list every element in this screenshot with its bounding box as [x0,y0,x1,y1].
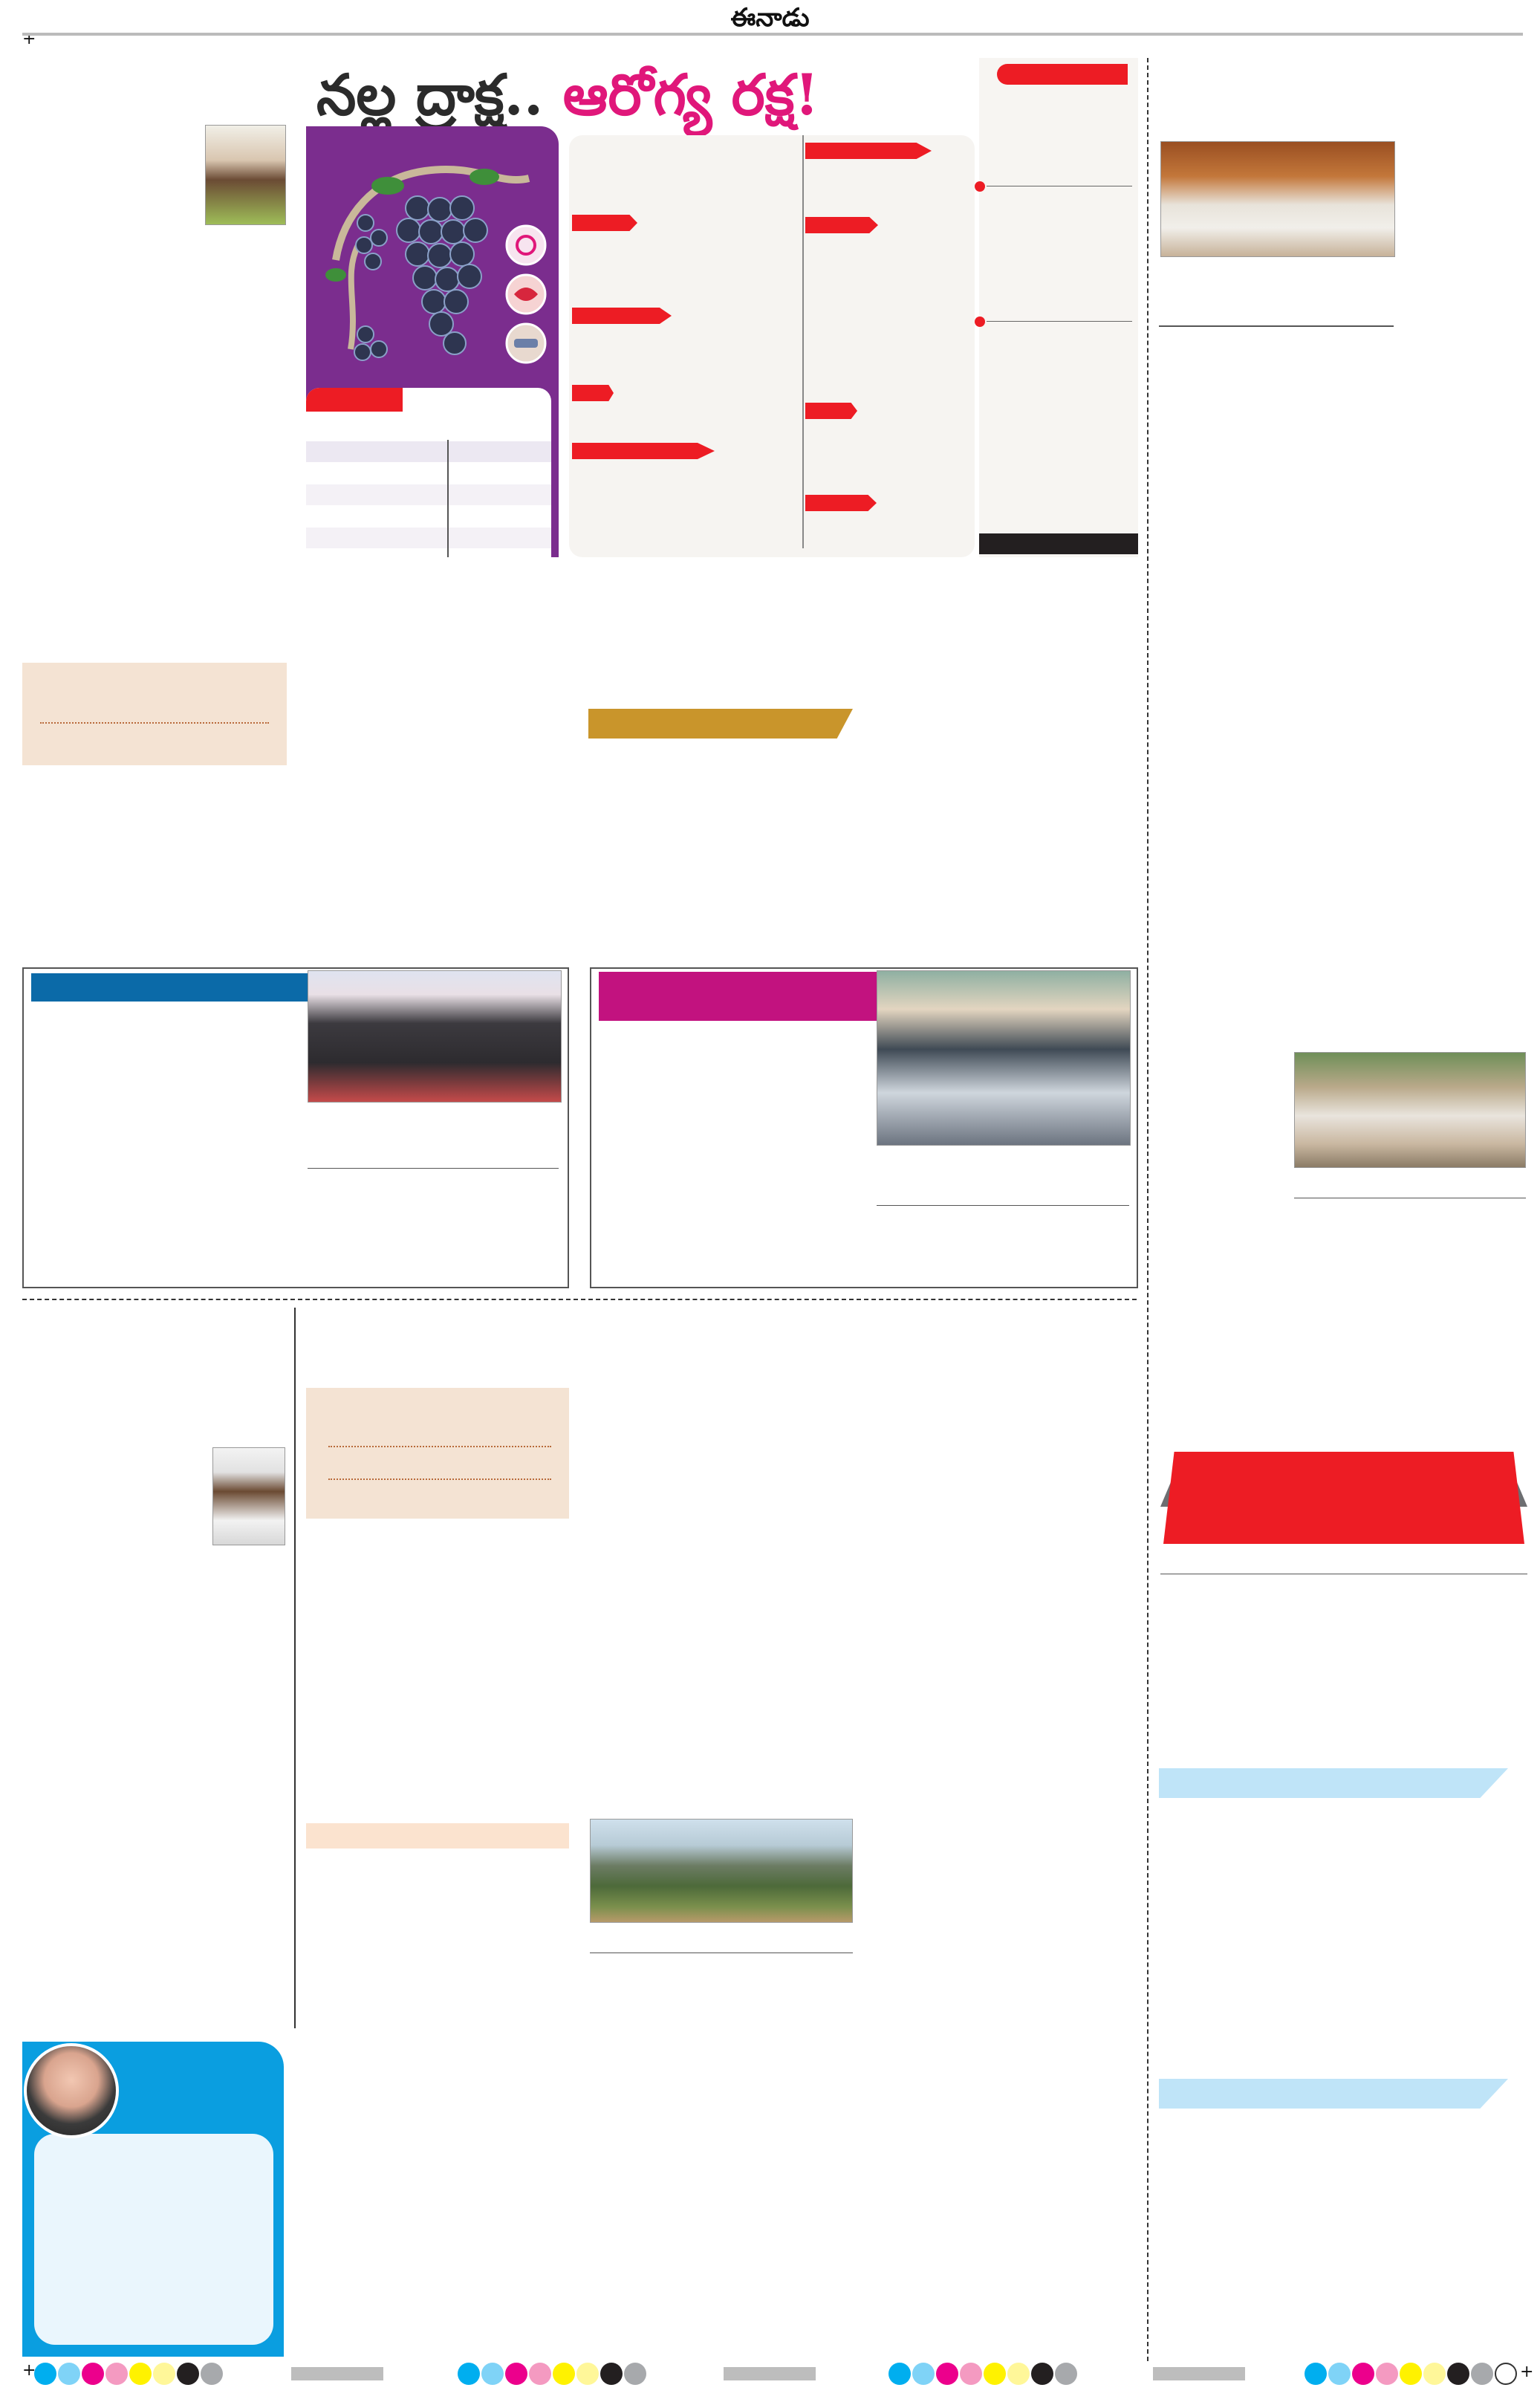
swatch-magenta [1352,2363,1374,2385]
columnist-avatar [24,2043,119,2138]
swatch-black [177,2363,199,2385]
swatch-black [600,2363,623,2385]
photo-hill-landscape [590,1819,853,1923]
swatch-yellow [553,2363,575,2385]
nutrition-row-band [306,441,551,462]
columnist-box [22,2042,284,2357]
grapes-illustration [325,165,547,364]
registration-mark: + [1520,2363,1534,2381]
benefit-tag [572,308,672,324]
benefits-divider [802,135,804,548]
masthead-rule [22,33,1523,36]
benefit-tag [572,385,614,401]
swatch-cyan [888,2363,911,2385]
photo-petition-desk [1294,1052,1526,1168]
bullet-dot [975,317,985,327]
swatch-magenta [82,2363,104,2385]
gold-banner [588,709,853,739]
swatch-grey [1471,2363,1493,2385]
section-divider [22,1299,1137,1300]
swatch-white [1495,2363,1517,2385]
swatch-cyan [1305,2363,1327,2385]
swatch-light-cyan [481,2363,504,2385]
blue-tab [1159,1768,1508,1798]
swatch-yellow [129,2363,152,2385]
bullet-dot [975,181,985,192]
swatch-magenta [505,2363,527,2385]
nutrition-card [306,388,551,557]
benefit-tag [805,403,857,419]
photo-public-meeting [308,970,562,1103]
side-info-panel [975,58,1138,557]
swatch-yellow [1400,2363,1422,2385]
feature-black-grapes: నల్ల ద్రాక్ష.. ఆరోగ్య రక్ష! [306,58,1138,557]
benefits-panel [569,135,975,557]
swatch-light-yellow [1007,2363,1030,2385]
columnist-inner [34,2134,273,2345]
swatch-black [1031,2363,1053,2385]
swatch-light-magenta [529,2363,551,2385]
benefit-tag [805,495,877,511]
grey-bar [1153,2367,1245,2380]
quote-dotted-rule [328,1478,551,1480]
red-badge [1163,1452,1524,1544]
benefit-tag [805,217,878,233]
caption-rule [1159,325,1394,327]
nutrition-divider [447,440,449,557]
quote-box [22,663,287,765]
headline-part-1: నల్ల ద్రాక్ష.. [316,62,544,128]
swatch-light-cyan [1328,2363,1351,2385]
swatch-light-yellow [576,2363,599,2385]
swatch-light-cyan [58,2363,80,2385]
peach-bar [306,1823,569,1848]
registration-strip: + [0,2360,1540,2389]
swatch-grey [201,2363,223,2385]
swatch-cyan [458,2363,480,2385]
quote-dotted-rule [40,722,269,724]
headline-part-2: ఆరోగ్య రక్ష! [562,62,819,128]
benefit-tag [805,143,932,159]
swatch-light-magenta [1376,2363,1398,2385]
swatch-light-yellow [1423,2363,1446,2385]
swatch-cyan [34,2363,56,2385]
photo-official-speaking [877,970,1131,1146]
portrait-woman [205,125,286,225]
benefit-tag [572,215,637,231]
feature-headline: నల్ల ద్రాక్ష.. ఆరోగ్య రక్ష! [316,61,948,129]
grey-bar [291,2367,383,2380]
left-column-divider [294,1308,296,2028]
benefit-tag [572,443,715,459]
blue-tab [1159,2079,1508,2109]
caption-rule [308,1168,559,1169]
story-box-magenta [590,967,1138,1288]
swatch-light-magenta [960,2363,982,2385]
side-separator [987,321,1132,322]
side-black-bar [979,533,1138,554]
swatch-light-magenta [105,2363,128,2385]
quote-dotted-rule [328,1446,551,1447]
side-red-tag [997,64,1128,85]
story-header-blue [31,973,311,1002]
swatch-grey [1055,2363,1077,2385]
swatch-grey [624,2363,646,2385]
nutrition-row-band [306,528,551,548]
main-column-divider [1147,58,1148,2361]
story-box-blue [22,967,569,1288]
swatch-magenta [936,2363,958,2385]
swatch-light-yellow [153,2363,175,2385]
caption-rule [877,1205,1129,1206]
nutrition-row-band [306,484,551,505]
purple-panel [306,126,559,557]
swatch-yellow [984,2363,1006,2385]
grey-bar [724,2367,816,2380]
nutrition-red-tag [306,388,403,412]
masthead: ఈనాడు [0,0,1540,36]
portrait-man [212,1447,285,1545]
swatch-black [1447,2363,1469,2385]
photo-press-meet [1160,141,1395,257]
story-header-magenta [599,972,878,1021]
swatch-light-cyan [912,2363,935,2385]
quote-box [306,1388,569,1519]
